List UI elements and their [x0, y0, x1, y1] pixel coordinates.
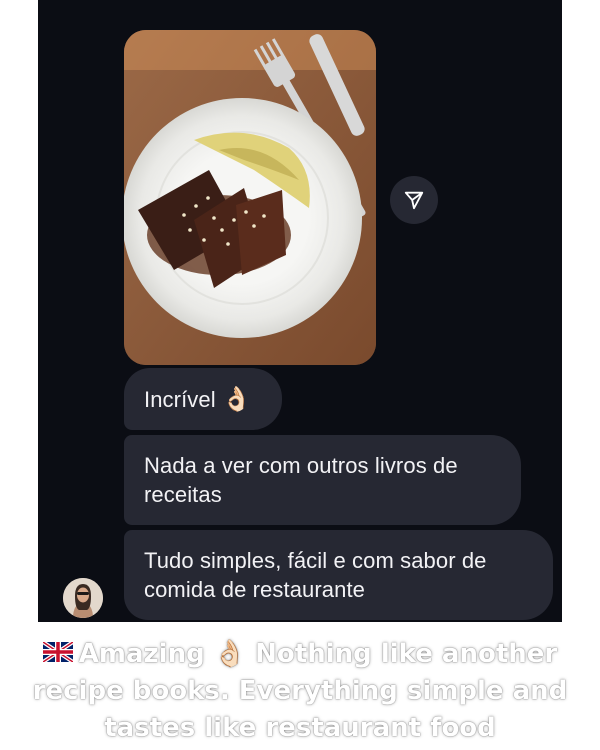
caption: Amazing 👌🏻 Nothing like another recipe b…	[30, 636, 570, 747]
uk-flag-icon	[41, 636, 74, 673]
message-text: Tudo simples, fácil e com sabor de comid…	[144, 548, 487, 602]
share-button[interactable]	[390, 176, 438, 224]
ok-hand-emoji: 👌🏻	[221, 385, 252, 413]
message-text: Incrível	[144, 386, 216, 412]
message-bubble[interactable]: Tudo simples, fácil e com sabor de comid…	[124, 530, 553, 620]
message-bubble[interactable]: Nada a ver com outros livros de receitas	[124, 435, 521, 525]
send-share-icon	[404, 191, 424, 210]
caption-text: Amazing 👌🏻 Nothing like another recipe b…	[32, 639, 568, 743]
food-photo[interactable]	[124, 30, 376, 365]
message-text: Nada a ver com outros livros de receitas	[144, 453, 458, 507]
chat-thread: Incrível 👌🏻 Nada a ver com outros livros…	[38, 0, 562, 622]
user-avatar[interactable]	[63, 578, 103, 618]
message-bubble[interactable]: Incrível 👌🏻	[124, 368, 282, 430]
